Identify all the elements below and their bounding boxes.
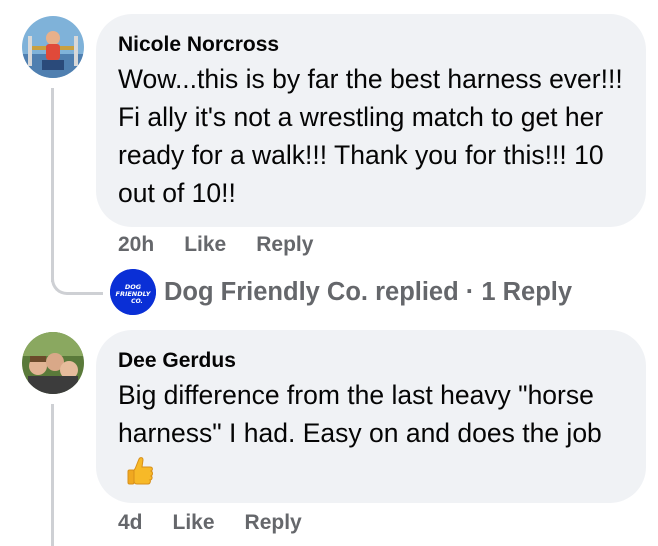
like-button[interactable]: Like (184, 232, 226, 258)
comment-author[interactable]: Nicole Norcross (118, 32, 624, 58)
avatar-dee-gerdus[interactable] (22, 332, 84, 394)
thread-line-1 (51, 88, 54, 282)
reply-button[interactable]: Reply (256, 232, 313, 258)
comment-author[interactable]: Dee Gerdus (118, 348, 624, 374)
comment-bubble-2: Dee Gerdus Big difference from the last … (96, 330, 646, 503)
comment-text: Big difference from the last heavy "hors… (118, 376, 624, 496)
svg-text:FRIENDLY: FRIENDLY (116, 290, 152, 298)
comment-text: Wow...this is by far the best harness ev… (118, 64, 623, 208)
dog-friendly-co-avatar[interactable]: DOG FRIENDLY CO. (110, 269, 156, 315)
thread-line-2 (51, 404, 54, 546)
comment-bubble-1: Nicole Norcross Wow...this is by far the… (96, 14, 646, 227)
avatar-photo-icon (22, 332, 84, 394)
comment-timestamp[interactable]: 20h (118, 232, 154, 258)
svg-text:CO.: CO. (131, 298, 143, 305)
thread-line-1-curve (51, 279, 103, 295)
like-button[interactable]: Like (173, 510, 215, 536)
avatar-nicole-norcross[interactable] (22, 16, 84, 78)
comment-timestamp[interactable]: 4d (118, 510, 143, 536)
comment-text-content: Big difference from the last heavy "hors… (118, 380, 602, 448)
reply-button[interactable]: Reply (245, 510, 302, 536)
brand-logo-icon: DOG FRIENDLY CO. (110, 269, 156, 315)
avatar-photo-icon (22, 16, 84, 78)
view-replies-row[interactable]: DOG FRIENDLY CO. Dog Friendly Co. replie… (110, 269, 572, 315)
comment-actions-1: 20h Like Reply (118, 232, 313, 258)
comment-actions-2: 4d Like Reply (118, 510, 302, 536)
replies-summary-link[interactable]: Dog Friendly Co. replied · 1 Reply (164, 278, 572, 307)
thumbs-up-icon (126, 456, 154, 496)
